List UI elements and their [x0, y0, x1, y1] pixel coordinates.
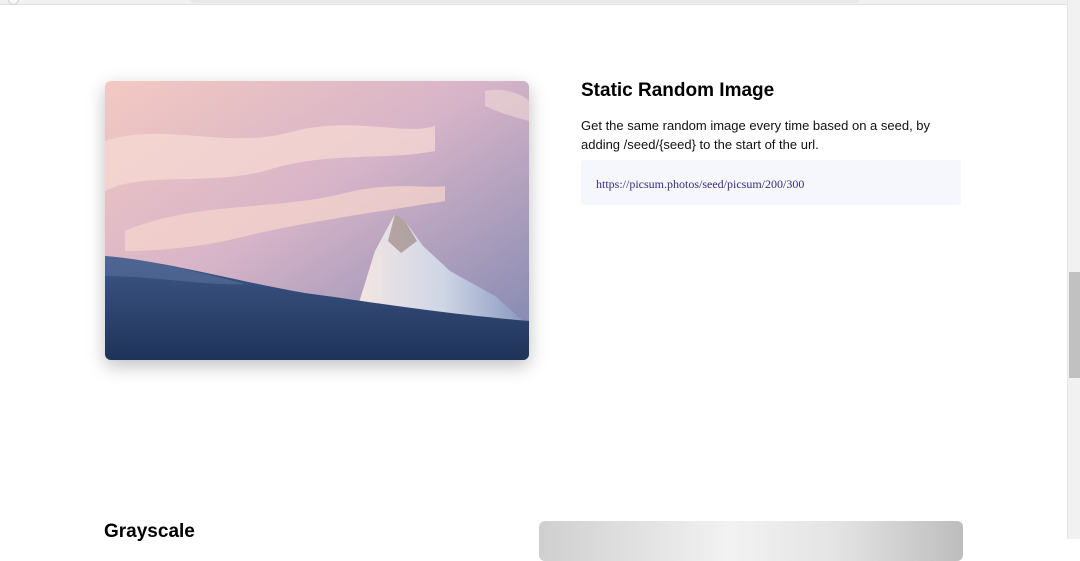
address-bar[interactable] [190, 0, 860, 3]
scrollbar-thumb[interactable] [1069, 272, 1080, 378]
section-description: Get the same random image every time bas… [581, 118, 931, 152]
section-title: Static Random Image [581, 80, 775, 101]
example-url-box: https://picsum.photos/seed/picsum/200/30… [581, 160, 961, 205]
grayscale-section-title: Grayscale [104, 521, 195, 542]
browser-button-icon[interactable] [8, 0, 19, 5]
page-scrollbar[interactable] [1067, 0, 1080, 539]
browser-top-edge [0, 0, 1067, 5]
mountain-photo-svg [105, 81, 529, 360]
example-url-link[interactable]: https://picsum.photos/seed/picsum/200/30… [596, 177, 804, 191]
mountain-photo [105, 81, 529, 360]
grayscale-photo [539, 521, 963, 561]
